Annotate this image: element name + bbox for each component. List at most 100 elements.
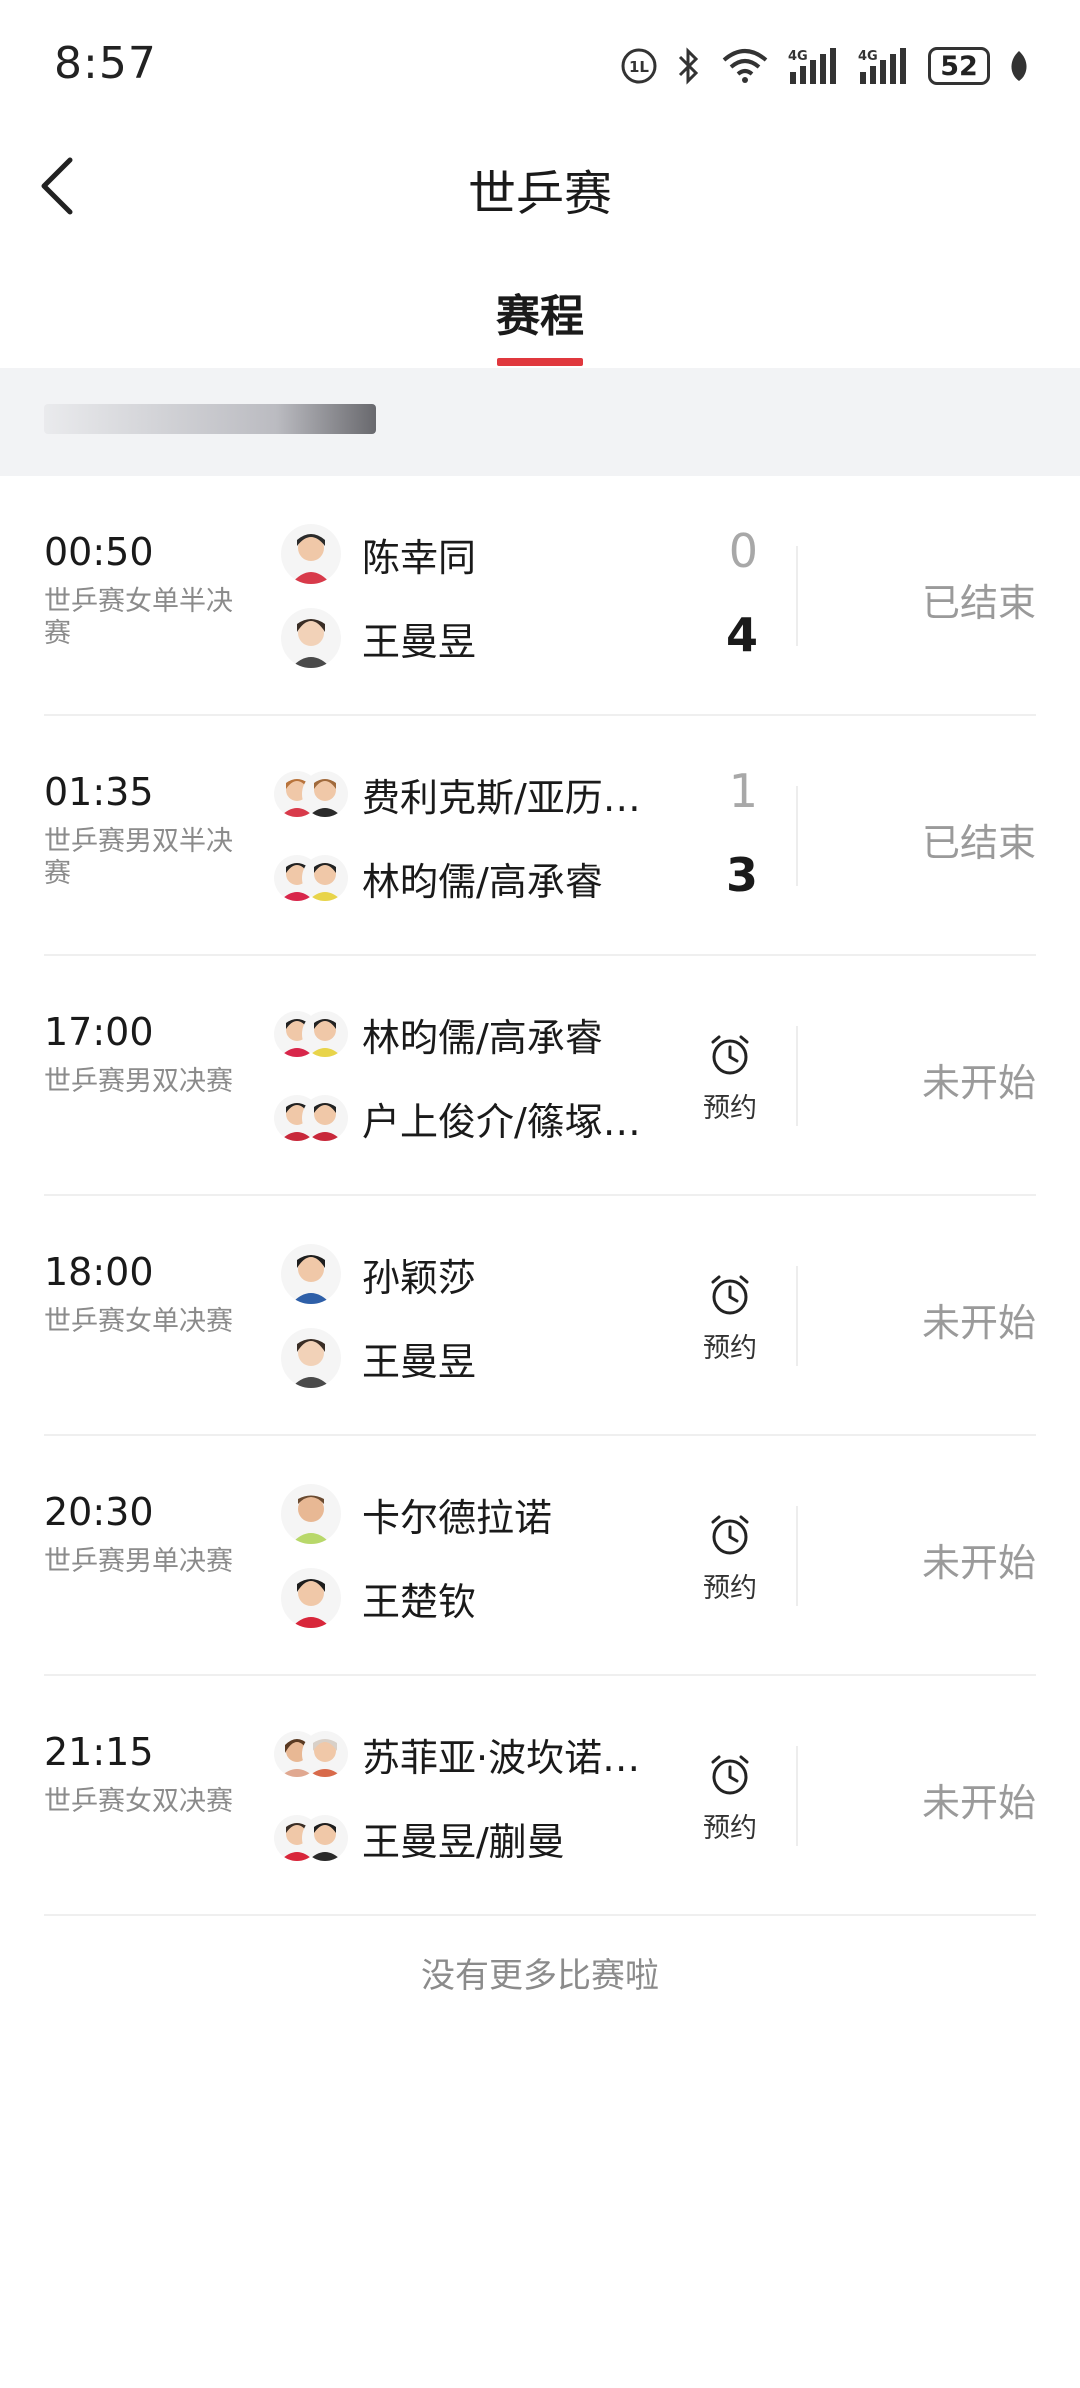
player-avatar	[302, 1095, 348, 1141]
battery-indicator: 52	[928, 47, 990, 85]
tab-bar: 赛程	[0, 250, 1080, 368]
team-2: 户上俊介/篠塚…	[274, 1078, 641, 1158]
vertical-divider	[796, 1506, 798, 1606]
avatar	[278, 605, 344, 671]
wifi-icon	[722, 49, 768, 83]
alarm-clock-icon	[711, 1515, 749, 1555]
date-band	[0, 368, 1080, 476]
team-name: 费利克斯/亚历…	[362, 775, 641, 820]
team-name: 王曼昱/蒯曼	[362, 1819, 565, 1864]
vertical-divider	[796, 1026, 798, 1126]
avatar	[274, 1001, 348, 1067]
team-1: 卡尔德拉诺	[278, 1474, 552, 1554]
bluetooth-icon	[678, 47, 699, 85]
match-time: 00:50	[44, 530, 154, 574]
team-name: 王楚钦	[362, 1579, 477, 1624]
team-name: 王曼昱	[362, 1339, 477, 1384]
tab-schedule[interactable]: 赛程	[0, 280, 1080, 344]
reserve-button[interactable]: 预约	[680, 1512, 780, 1605]
player-avatar	[302, 1815, 348, 1861]
status-bar: 8:57 1L 4G 4G 52	[0, 0, 1080, 130]
player-avatar	[281, 1328, 341, 1388]
alarm-clock-icon	[711, 1035, 749, 1075]
vertical-divider	[796, 1746, 798, 1846]
player-avatar	[302, 1731, 348, 1777]
match-time: 01:35	[44, 770, 154, 814]
reserve-button[interactable]: 预约	[680, 1752, 780, 1845]
team-2: 林昀儒/高承睿	[274, 838, 603, 918]
row-divider	[44, 1914, 1036, 1916]
team-name: 户上俊介/篠塚…	[362, 1099, 641, 1144]
vertical-divider	[796, 546, 798, 646]
match-time: 17:00	[44, 1010, 154, 1054]
team-2: 王楚钦	[278, 1558, 476, 1638]
avatar	[278, 1481, 344, 1547]
match-status: 已结束	[921, 581, 1036, 625]
blurred-date-text	[44, 404, 376, 434]
match-name: 世乒赛女单决赛	[44, 1306, 233, 1337]
match-row[interactable]: 18:00 世乒赛女单决赛 孙颖莎 王曼昱 预约 未开始	[0, 1196, 1080, 1436]
match-row[interactable]: 01:35 世乒赛男双半决赛 费利克斯/亚历… 林昀儒/高承睿 1 3 已结束	[0, 716, 1080, 956]
reserve-label: 预约	[703, 1813, 757, 1844]
player-avatar	[302, 855, 348, 901]
player-avatar	[281, 524, 341, 584]
player-avatar	[281, 1568, 341, 1628]
team-1: 费利克斯/亚历…	[274, 754, 641, 834]
team-name: 林昀儒/高承睿	[362, 859, 603, 904]
match-name: 世乒赛男双决赛	[44, 1066, 233, 1097]
page-title: 世乒赛	[467, 166, 612, 222]
avatar	[274, 1805, 348, 1871]
player-avatar	[281, 1244, 341, 1304]
vertical-divider	[796, 786, 798, 886]
match-name: 世乒赛女双决赛	[44, 1786, 233, 1817]
avatar	[278, 521, 344, 587]
team-2: 王曼昱	[278, 1318, 476, 1398]
svg-text:1L: 1L	[629, 58, 649, 76]
player-avatar	[281, 1484, 341, 1544]
avatar	[274, 1085, 348, 1151]
clock: 8:57	[54, 38, 157, 89]
hd-call-icon: 1L	[621, 48, 657, 84]
reserve-button[interactable]: 预约	[680, 1032, 780, 1125]
match-status: 未开始	[921, 1781, 1036, 1825]
match-time: 21:15	[44, 1730, 154, 1774]
match-name: 世乒赛女单半决赛	[44, 586, 233, 649]
avatar	[278, 1565, 344, 1631]
match-name: 世乒赛男双半决赛	[44, 826, 233, 889]
match-status: 未开始	[921, 1061, 1036, 1105]
team-2: 王曼昱/蒯曼	[274, 1798, 565, 1878]
match-name: 世乒赛男单决赛	[44, 1546, 233, 1577]
no-more-matches-text: 没有更多比赛啦	[421, 1956, 659, 1996]
score-team-1: 1	[728, 764, 758, 818]
signal-4g-icon-2: 4G	[858, 48, 906, 84]
avatar	[274, 761, 348, 827]
player-avatar	[302, 1011, 348, 1057]
vertical-divider	[796, 1266, 798, 1366]
avatar	[278, 1241, 344, 1307]
player-avatar	[281, 608, 341, 668]
team-name: 陈幸同	[362, 535, 477, 580]
match-row[interactable]: 20:30 世乒赛男单决赛 卡尔德拉诺 王楚钦 预约 未开始	[0, 1436, 1080, 1676]
match-time: 18:00	[44, 1250, 154, 1294]
team-1: 林昀儒/高承睿	[274, 994, 603, 1074]
alarm-clock-icon	[711, 1755, 749, 1795]
reserve-label: 预约	[703, 1093, 757, 1124]
team-1: 孙颖莎	[278, 1234, 476, 1314]
match-status: 未开始	[921, 1541, 1036, 1585]
team-name: 孙颖莎	[362, 1255, 477, 1300]
team-name: 林昀儒/高承睿	[362, 1015, 603, 1060]
match-status: 未开始	[921, 1301, 1036, 1345]
score-team-2: 4	[725, 608, 758, 662]
score-team-1: 0	[728, 524, 758, 578]
signal-4g-icon: 4G	[788, 48, 836, 84]
team-name: 卡尔德拉诺	[362, 1495, 553, 1540]
avatar	[278, 1325, 344, 1391]
match-row[interactable]: 00:50 世乒赛女单半决赛 陈幸同 王曼昱 0 4 已结束	[0, 476, 1080, 716]
match-row[interactable]: 21:15 世乒赛女双决赛 苏菲亚·波坎诺… 王曼昱/蒯曼 预约 未开始	[0, 1676, 1080, 1916]
reserve-label: 预约	[703, 1333, 757, 1364]
team-name: 王曼昱	[362, 619, 477, 664]
team-1: 陈幸同	[278, 514, 476, 594]
reserve-button[interactable]: 预约	[680, 1272, 780, 1365]
svg-text:4G: 4G	[788, 49, 808, 64]
match-row[interactable]: 17:00 世乒赛男双决赛 林昀儒/高承睿 户上俊介/篠塚… 预约 未开始	[0, 956, 1080, 1196]
